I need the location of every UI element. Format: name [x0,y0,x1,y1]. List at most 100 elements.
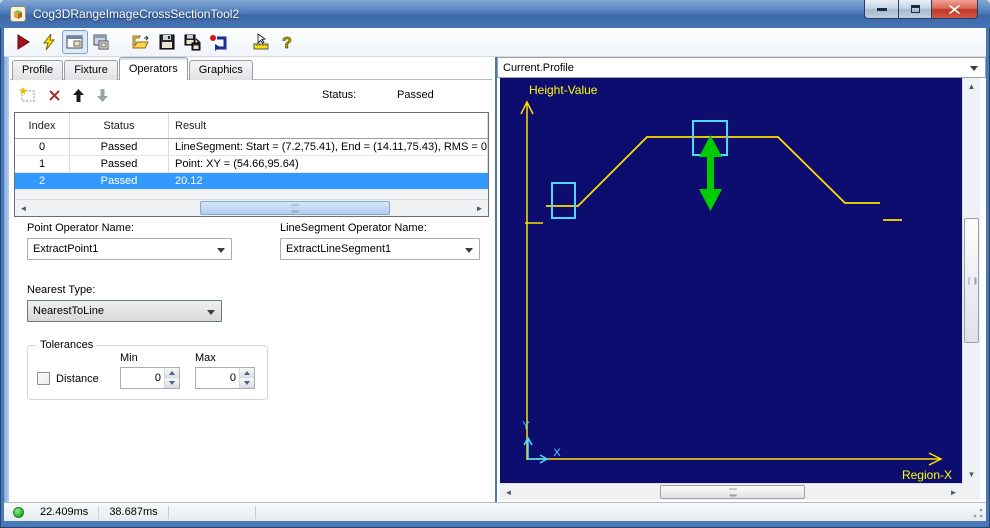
column-header-result[interactable]: Result [169,113,488,138]
reset-tool-button[interactable] [206,30,232,54]
cell-status: Passed [100,175,138,187]
open-folder-icon [132,35,149,49]
float-window-button[interactable] [88,30,114,54]
show-result-window-button[interactable] [62,30,88,54]
cell-index: 1 [15,156,70,172]
save-icon [159,34,175,50]
tab-operators[interactable]: Operators [118,57,188,80]
delete-icon [48,89,60,101]
column-header-status[interactable]: Status [70,113,169,138]
lightning-icon [42,33,56,51]
x-axis-label: Region-X [902,468,952,482]
display-horizontal-scrollbar[interactable]: ◄ ► [500,483,962,500]
linesegment-marker-box[interactable] [551,182,576,219]
max-spinner[interactable]: 0 [195,367,255,389]
nearest-type-label: Nearest Type: [27,284,96,296]
move-down-button[interactable] [92,85,112,105]
help-icon: ? [282,35,293,51]
max-label: Max [195,352,216,364]
chevron-down-icon [217,248,225,253]
pointer-measure-button[interactable] [248,30,274,54]
spin-down-button[interactable] [240,378,254,388]
add-operator-icon [19,87,35,102]
column-header-index[interactable]: Index [15,113,70,138]
min-value: 0 [154,372,161,384]
scrollbar-corner [962,483,980,500]
svg-text:?: ? [282,35,292,51]
arrow-down-icon [96,88,108,102]
display-panel: Current.Profile Height-Value Region-X Y X ▲… [497,57,986,502]
app-icon [10,6,26,22]
tab-strip: Profile Fixture Operators Graphics [12,57,254,80]
profile-display[interactable]: Height-Value Region-X Y X [500,78,962,483]
maximize-button[interactable] [898,0,932,19]
point-operator-combo[interactable]: ExtractPoint1 [27,238,232,260]
display-source-combo[interactable]: Current.Profile [497,57,986,78]
close-button[interactable] [932,0,978,19]
cell-result: 20.12 [175,175,203,187]
scrollbar-thumb[interactable] [200,201,390,215]
cell-status: Passed [70,139,169,155]
delete-operator-button[interactable] [44,85,64,105]
help-button[interactable]: ? [274,30,300,54]
scroll-left-arrow[interactable]: ◄ [500,484,517,500]
distance-arrow-shaft[interactable] [707,155,714,192]
operators-toolbar: Status: Passed [9,82,495,108]
run-tool-button[interactable] [10,30,36,54]
display-source-value: Current.Profile [503,61,574,74]
save-file-as-button[interactable] [180,30,206,54]
title-bar[interactable]: Cog3DRangeImageCrossSectionTool2 [0,0,990,28]
min-spinner[interactable]: 0 [120,367,180,389]
distance-checkbox-label: Distance [56,373,99,385]
cell-status: Passed [70,156,169,172]
open-file-button[interactable] [128,30,154,54]
tab-profile[interactable]: Profile [12,60,64,80]
grid-horizontal-scrollbar[interactable]: ◄ ► [15,199,488,216]
scrollbar-thumb[interactable] [964,218,979,343]
point-operator-value: ExtractPoint1 [33,243,99,255]
point-operator-label: Point Operator Name: [27,222,134,234]
spin-down-button[interactable] [165,378,179,388]
nearest-type-value: NearestToLine [33,305,104,317]
status-bar: 22.409ms 38.687ms [4,502,986,521]
table-row[interactable]: 0 Passed LineSegment: Start = (7.2,75.41… [15,139,488,156]
scroll-right-arrow[interactable]: ► [945,484,962,500]
nearest-type-combo[interactable]: NearestToLine [27,300,222,322]
distance-checkbox[interactable] [37,372,50,385]
display-vertical-scrollbar[interactable]: ▲ ▼ [962,78,980,483]
reset-icon [210,34,227,51]
save-file-button[interactable] [154,30,180,54]
tool-edit-window: Cog3DRangeImageCrossSectionTool2 ? Profi… [0,0,990,528]
chevron-down-icon [207,310,215,315]
scroll-down-arrow[interactable]: ▼ [963,466,980,483]
tool-control-panel: Profile Fixture Operators Graphics Statu… [9,57,495,502]
spin-up-button[interactable] [240,368,254,378]
cell-result: Point: XY = (54.66,95.64) [169,156,488,172]
scroll-left-arrow[interactable]: ◄ [15,200,32,216]
distance-arrow-head-top[interactable] [699,135,722,157]
add-operator-button[interactable] [18,85,38,105]
scrollbar-thumb[interactable] [660,485,805,499]
run-electric-button[interactable] [36,30,62,54]
status-label: Status: [322,89,357,101]
move-up-button[interactable] [68,85,88,105]
status-value: Passed [397,87,467,103]
cell-result: LineSegment: Start = (7.2,75.41), End = … [169,139,488,155]
y-axis-label: Height-Value [529,83,598,97]
minimize-button[interactable] [864,0,898,19]
scroll-right-arrow[interactable]: ► [471,200,488,216]
profile-chart-svg: Height-Value Region-X Y X [520,83,952,482]
cell-index: 2 [38,175,46,187]
run-icon [17,34,30,50]
spin-up-button[interactable] [165,368,179,378]
result-window-icon [66,35,83,49]
tab-fixture[interactable]: Fixture [64,60,118,80]
table-row[interactable]: 1 Passed Point: XY = (54.66,95.64) [15,156,488,173]
scroll-up-arrow[interactable]: ▲ [963,78,980,95]
table-row[interactable]: 2 Passed 20.12 [15,173,488,190]
tab-graphics[interactable]: Graphics [188,60,253,80]
save-as-icon [184,34,201,50]
line-operator-combo[interactable]: ExtractLineSegment1 [280,238,480,260]
resize-grip[interactable] [973,508,983,518]
distance-arrow-head-bottom[interactable] [699,189,722,211]
